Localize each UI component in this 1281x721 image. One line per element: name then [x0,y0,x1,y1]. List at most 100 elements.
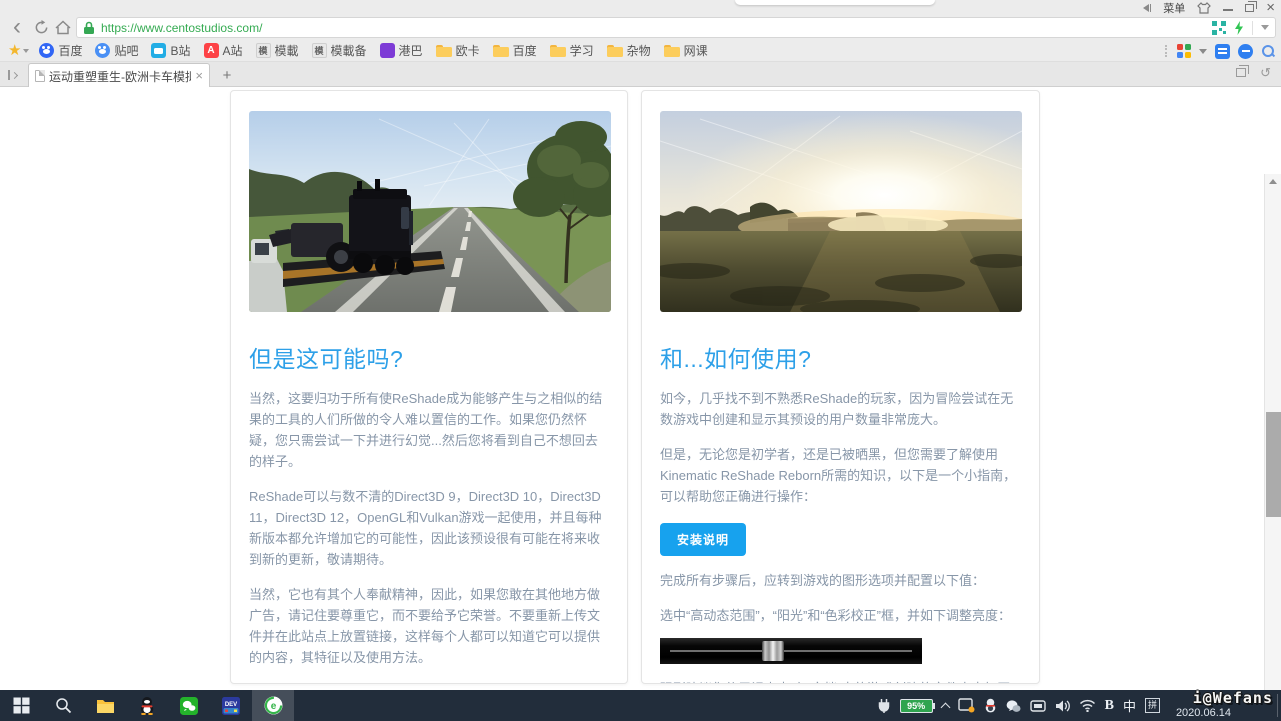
extensions-dropdown-icon[interactable] [1199,48,1207,54]
taskbar-search-icon[interactable] [42,690,84,721]
drag-handle-icon[interactable] [1165,45,1169,57]
wifi-icon[interactable] [1079,699,1096,712]
volume-icon[interactable] [1055,699,1070,713]
ime-language-indicator[interactable]: 中 [1123,696,1136,715]
capture-tool-icon[interactable] [1029,699,1046,712]
qq-tray-icon[interactable] [984,698,997,713]
clone-window-icon[interactable] [1236,65,1250,77]
folder-icon [492,43,509,58]
left-card-paragraph: 当然，这要归功于所有使ReShade成为能够产生与之相似的结果的工具的人们所做的… [249,391,603,469]
card-how-to-use: 和...如何使用? 如今，几乎找不到不熟悉ReShade的玩家，因为冒险尝试在无… [641,90,1040,684]
apps-grid-icon[interactable] [1177,44,1191,58]
tab-bar: 运动重塑重生-欧洲卡车模拟器2 [0,62,1281,88]
power-plug-icon[interactable] [877,698,891,714]
install-instructions-button[interactable]: 安装说明 [660,523,747,556]
acfun-favicon [203,43,219,58]
left-card-paragraph: 当然，它也有其个人奉献精神，因此，如果您敢在其他地方做广告，请记住要尊重它，而不… [249,587,601,665]
lightning-icon[interactable] [1234,20,1244,35]
truck-road-image [249,111,611,312]
close-button[interactable] [1266,1,1275,15]
window-controls: 菜单 [1142,0,1275,15]
card-is-it-possible: 但是这可能吗? 当然，这要归功于所有使ReShade成为能够产生与之相似的结果的… [230,90,628,684]
page-scrollbar[interactable] [1264,174,1281,690]
watermark: i@Wefans [1192,689,1273,707]
start-button[interactable] [0,690,42,721]
bookmark-folder-wangke[interactable]: 网课 [663,42,708,59]
tab-title: 运动重塑重生-欧洲卡车模拟器2 [49,69,192,84]
right-card-paragraph: 完成所有步骤后，应转到游戏的图形选项并配置以下值： [660,573,986,588]
tray-expand-icon[interactable] [940,702,951,712]
left-card-heading: 但是这可能吗? [249,346,404,372]
minimize-button[interactable] [1223,9,1234,11]
restore-button[interactable] [1245,0,1258,12]
show-desktop-divider[interactable] [1277,694,1278,717]
address-bar[interactable]: https://www.centostudios.com/ [76,17,1276,38]
menu-button[interactable]: 菜单 [1163,1,1185,15]
right-card-paragraph: 但是，无论您是初学者，还是已被晒黑，但您需要了解使用Kinematic ReSh… [660,447,1017,504]
bookmark-bilibili[interactable]: B站 [151,42,191,59]
skin-icon[interactable] [1197,1,1212,15]
bookmark-folder-ouka[interactable]: 欧卡 [435,42,480,59]
back-button[interactable] [6,16,28,38]
tab-close-icon[interactable] [195,67,203,85]
dev-cpp-icon[interactable]: DEV [210,690,252,721]
bookmark-gangba[interactable]: 港巴 [379,42,423,59]
browser-chrome: 菜单 https://www.centostudios.com/ [0,0,1281,40]
folder-icon [549,43,566,58]
desktop: 菜单 https://www.centostudios.com/ [0,0,1281,721]
active-tab[interactable]: 运动重塑重生-欧洲卡车模拟器2 [28,63,210,88]
bookmark-tieba[interactable]: 贴吧 [95,42,138,59]
bookmark-baidu[interactable]: 百度 [39,42,82,59]
blocker-extension-icon[interactable] [1238,43,1253,59]
folder-icon [606,43,623,58]
taskbar-date[interactable]: 2020.06.14 [1176,707,1231,719]
tieba-favicon [95,43,111,58]
ime-pinyin-icon[interactable]: 拼 [1145,698,1160,713]
wechat-tray-icon[interactable] [1006,699,1021,713]
favorites-dropdown-icon[interactable] [23,48,30,53]
qr-code-icon[interactable] [1212,20,1226,35]
extensions-area [1165,40,1275,62]
new-tab-button[interactable] [218,66,236,84]
tablet-mode-icon[interactable] [957,698,975,713]
right-card-paragraph: 选中“高动态范围”，“阳光”和“色彩校正”框，并如下调整亮度： [660,608,1011,623]
bookmark-folder-zawu[interactable]: 杂物 [606,42,651,59]
right-card-note: 强烈建议您使用记事本 在“文档”中的游戏创建的文件夹中打开文件“config.c… [660,678,1021,683]
tab-list-expander-icon[interactable] [8,67,24,83]
folder-icon [663,43,680,58]
char-favicon: 模 [255,43,271,58]
search-extension-icon[interactable] [1261,44,1275,58]
url-dropdown-icon[interactable] [1261,25,1269,30]
bookmark-folder-baidu[interactable]: 百度 [492,42,537,59]
browser-taskbar-icon[interactable]: e [252,690,294,721]
file-explorer-icon[interactable] [84,690,126,721]
reopen-closed-tab-icon[interactable] [1260,66,1271,79]
windows-taskbar: DEV e 95% B 中 拼 2020.06.14 i@Wefans [0,689,1281,721]
slider-track [670,650,912,652]
sunrise-field-image [660,111,1022,312]
favorites-star-icon[interactable] [8,43,21,58]
system-tray: 95% B 中 拼 [877,690,1160,721]
left-card-paragraph: ReShade可以与数不清的Direct3D 9，Direct3D 10，Dir… [249,489,602,567]
bookmark-folder-xuexi[interactable]: 学习 [549,42,594,59]
wechat-icon[interactable] [168,690,210,721]
right-card-paragraph: 如今，几乎找不到不熟悉ReShade的玩家，因为冒险尝试在无数游戏中创建和显示其… [660,391,1014,427]
qq-icon[interactable] [126,690,168,721]
bookmark-acfun[interactable]: A站 [203,42,243,59]
scroll-up-arrow[interactable] [1265,174,1281,188]
refresh-button[interactable] [30,16,52,38]
scrollbar-thumb[interactable] [1266,412,1281,517]
bookmark-mozai[interactable]: 模模載 [255,42,299,59]
padlock-icon [84,21,94,34]
home-button[interactable] [52,16,74,38]
divider [1252,20,1253,35]
svg-text:DEV: DEV [225,702,237,708]
translate-extension-icon[interactable] [1215,43,1230,59]
tray-b-icon[interactable]: B [1105,698,1114,714]
battery-indicator[interactable]: 95% [899,698,935,713]
purple-favicon [379,43,395,58]
bookmark-mozaibei[interactable]: 模模載备 [311,42,367,59]
folder-icon [435,43,452,58]
reader-collapse-icon[interactable] [1142,1,1152,15]
bilibili-favicon [151,43,167,58]
